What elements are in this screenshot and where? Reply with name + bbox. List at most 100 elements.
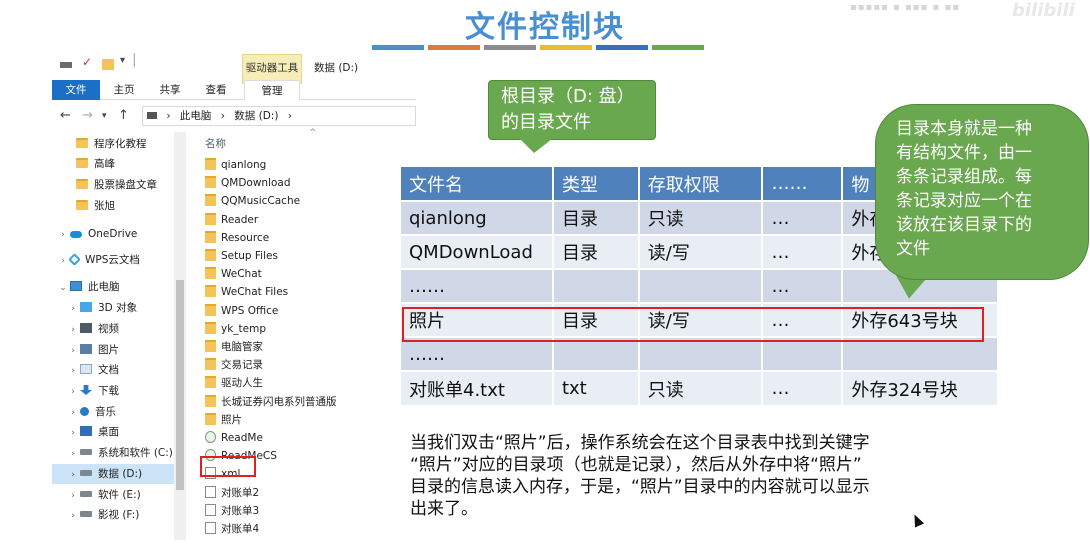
- expand-chevron-icon[interactable]: ›: [66, 299, 80, 319]
- expand-chevron-icon[interactable]: ›: [66, 506, 80, 526]
- nav-item[interactable]: 股票操盘文章: [52, 175, 174, 195]
- video-icon: [80, 323, 92, 333]
- drive-icon: [80, 491, 92, 497]
- nav-item[interactable]: › 系统和软件 (C:): [52, 443, 174, 463]
- file-list-item[interactable]: yk_temp: [205, 320, 266, 338]
- file-list-item[interactable]: 对账单2: [205, 484, 259, 502]
- file-list-item[interactable]: 驱动人生: [205, 374, 263, 392]
- file-list-item[interactable]: qianlong: [205, 156, 266, 174]
- nav-item[interactable]: › 桌面: [52, 422, 174, 442]
- expand-chevron-icon[interactable]: ›: [66, 341, 80, 361]
- nav-item-label: WPS云文档: [85, 254, 140, 266]
- breadcrumb-drive-d[interactable]: 数据 (D:): [234, 110, 278, 122]
- address-bar[interactable]: › 此电脑 › 数据 (D:) ›: [142, 106, 416, 126]
- file-list-item[interactable]: 交易记录: [205, 356, 263, 374]
- back-arrow-icon[interactable]: ←: [60, 108, 71, 123]
- nav-item-label: 系统和软件 (C:): [98, 447, 173, 459]
- customize-toolbar-icon[interactable]: ▾: [120, 55, 125, 66]
- document-icon: [80, 364, 92, 374]
- file-list-item[interactable]: 电脑管家: [205, 338, 263, 356]
- drive-icon[interactable]: [60, 62, 72, 68]
- expand-chevron-icon[interactable]: ›: [66, 382, 80, 402]
- explanation-paragraph: 当我们双击“照片”后，操作系统会在这个目录表中找到关键字 “照片”对应的目录项（…: [410, 432, 1050, 520]
- root-dir-callout: 根目录（D: 盘） 的目录文件: [488, 80, 656, 140]
- file-list-item[interactable]: WeChat Files: [205, 283, 288, 301]
- expand-chevron-icon[interactable]: ›: [66, 465, 80, 485]
- nav-item[interactable]: › 视频: [52, 319, 174, 339]
- expand-chevron-icon[interactable]: ›: [66, 444, 80, 464]
- expand-chevron-icon[interactable]: ›: [66, 320, 80, 340]
- file-list-item[interactable]: 照片: [205, 411, 242, 429]
- nav-item[interactable]: 高峰: [52, 154, 174, 174]
- forward-arrow-icon[interactable]: →: [82, 108, 93, 123]
- expand-chevron-icon[interactable]: ›: [56, 251, 70, 271]
- table-cell: …: [762, 200, 844, 235]
- table-cell: 只读: [638, 200, 764, 235]
- watermark-dots: ▪▪▪▪▪ ▪ ▪▪▪ ▪ ▪▪: [850, 2, 961, 13]
- nav-item[interactable]: › 音乐: [52, 402, 174, 422]
- file-icon: [205, 485, 216, 498]
- nav-item[interactable]: 程序化教程: [52, 134, 174, 154]
- table-row: ……: [401, 336, 999, 371]
- separator-icon: |: [132, 52, 137, 68]
- header-ellipsis: ……: [762, 167, 844, 201]
- nav-item[interactable]: › 数据 (D:): [52, 464, 174, 484]
- tab-manage[interactable]: 管理: [244, 80, 300, 100]
- ribbon-tabs: 文件 主页 共享 查看 管理: [52, 80, 416, 100]
- recent-dropdown-icon[interactable]: ▾: [102, 111, 107, 121]
- file-list-item[interactable]: Setup Files: [205, 247, 278, 265]
- expand-chevron-icon[interactable]: ›: [66, 423, 80, 443]
- expand-chevron-icon[interactable]: ›: [66, 361, 80, 381]
- nav-item[interactable]: › WPS云文档: [52, 250, 174, 270]
- nav-item[interactable]: › 下载: [52, 381, 174, 401]
- tab-file[interactable]: 文件: [52, 80, 100, 100]
- folder-icon: [205, 285, 216, 298]
- nav-item-label: 程序化教程: [94, 138, 147, 150]
- nav-item[interactable]: › 3D 对象: [52, 298, 174, 318]
- drive-icon: [80, 511, 92, 517]
- expand-chevron-icon[interactable]: ›: [66, 403, 80, 423]
- expand-chevron-icon[interactable]: ⌄: [56, 278, 70, 298]
- callout-line: 根目录（D: 盘）: [501, 86, 635, 107]
- title-bar: [540, 45, 592, 50]
- nav-item[interactable]: › OneDrive: [52, 224, 174, 244]
- nav-item[interactable]: 张旭: [52, 196, 174, 216]
- expand-chevron-icon[interactable]: ›: [66, 486, 80, 506]
- file-list-item[interactable]: WeChat: [205, 265, 262, 283]
- watermark: bilibili: [1012, 0, 1075, 21]
- window-title: 数据 (D:): [314, 62, 359, 74]
- nav-item[interactable]: › 影视 (F:): [52, 505, 174, 525]
- file-list-item[interactable]: 长城证券闪电系列普通版: [205, 393, 337, 411]
- tab-home[interactable]: 主页: [104, 80, 144, 100]
- file-list-item[interactable]: 对账单4: [205, 520, 259, 538]
- file-name: WeChat: [221, 268, 262, 281]
- table-cell: 目录: [552, 234, 640, 269]
- nav-item[interactable]: › 文档: [52, 360, 174, 380]
- table-cell: ……: [401, 268, 554, 303]
- quick-access-toolbar: ✓ ▾ |: [52, 50, 416, 78]
- file-list-item[interactable]: Reader: [205, 211, 258, 229]
- paragraph-line: “照片”对应的目录项（也就是记录），然后从外存中将“照片”: [410, 455, 862, 475]
- nav-item[interactable]: ⌄ 此电脑: [52, 277, 174, 297]
- expand-chevron-icon[interactable]: ›: [56, 225, 70, 245]
- nav-item[interactable]: › 图片: [52, 340, 174, 360]
- file-list-item[interactable]: QQMusicCache: [205, 192, 300, 210]
- nav-item[interactable]: › 软件 (E:): [52, 485, 174, 505]
- file-list-item[interactable]: ReadMe: [205, 429, 263, 447]
- file-list-item[interactable]: QMDownload: [205, 174, 291, 192]
- file-list-item[interactable]: 对账单3: [205, 502, 259, 520]
- breadcrumb-pc[interactable]: 此电脑: [180, 110, 212, 122]
- column-header-name[interactable]: 名称: [205, 136, 226, 151]
- table-cell: 只读: [638, 370, 764, 405]
- nav-scrollbar-thumb[interactable]: [176, 280, 184, 490]
- file-name: qianlong: [221, 159, 267, 171]
- properties-icon[interactable]: ✓: [82, 55, 92, 69]
- new-folder-icon[interactable]: [102, 59, 114, 70]
- file-list-item[interactable]: Resource: [205, 229, 269, 247]
- folder-icon: [205, 412, 216, 425]
- tab-share[interactable]: 共享: [150, 80, 190, 100]
- file-list-item[interactable]: WPS Office: [205, 302, 278, 320]
- tab-view[interactable]: 查看: [196, 80, 236, 100]
- up-arrow-icon[interactable]: ↑: [118, 108, 129, 123]
- title-bar: [428, 45, 480, 50]
